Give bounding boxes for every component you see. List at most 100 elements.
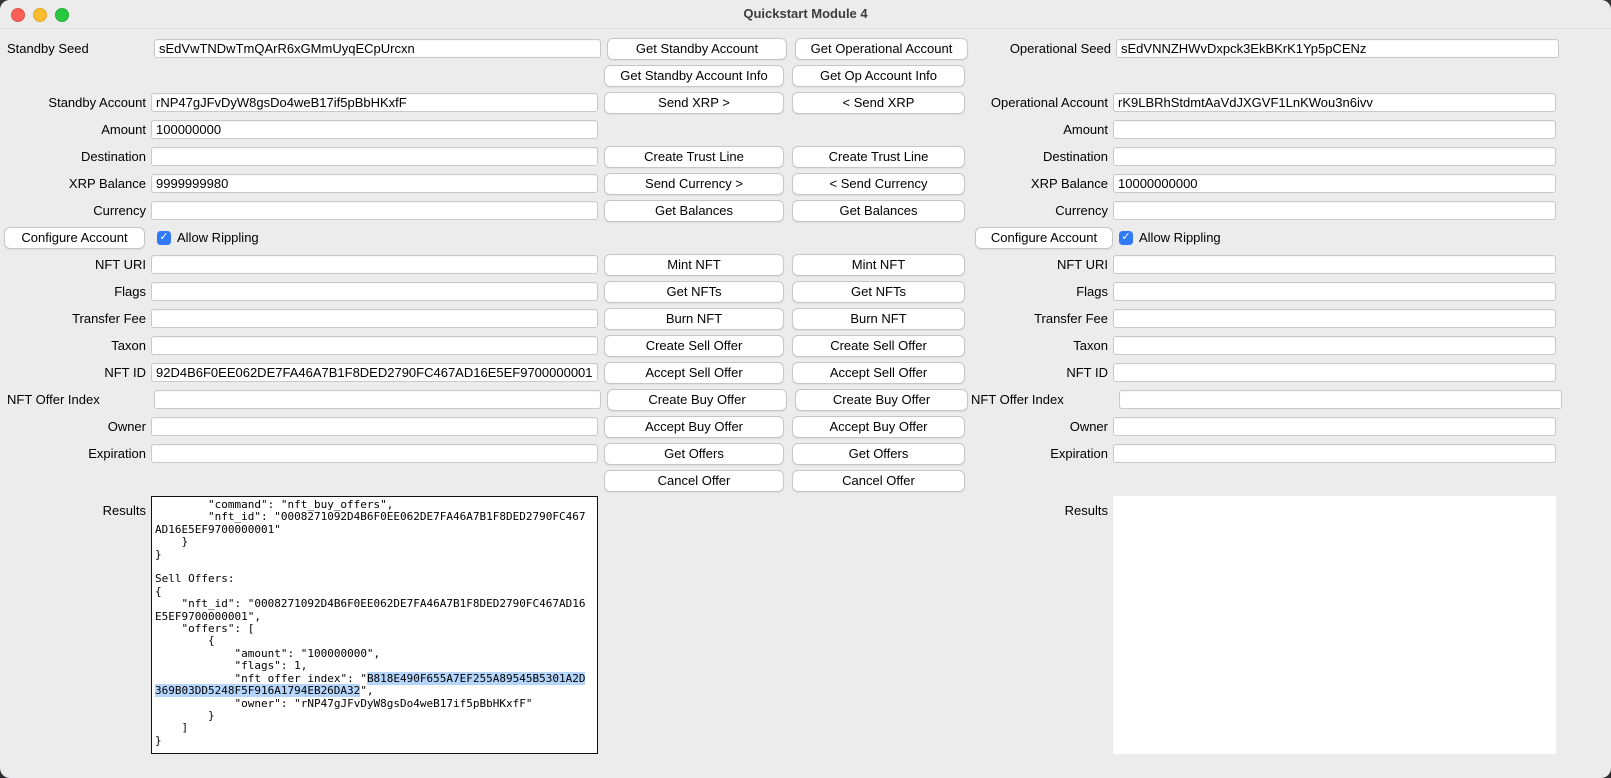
standby-send-xrp-button[interactable]: Send XRP > (604, 92, 784, 114)
standby-expiration-label: Expiration (4, 446, 151, 461)
operational-amount-input[interactable] (1113, 120, 1556, 139)
operational-nft-id-label: NFT ID (965, 365, 1113, 380)
operational-results-output[interactable] (1113, 496, 1556, 754)
standby-transfer-fee-label: Transfer Fee (4, 311, 151, 326)
standby-get-nfts-button[interactable]: Get NFTs (604, 281, 784, 303)
operational-nft-offer-index-input[interactable] (1119, 390, 1562, 409)
check-icon: ✓ (1121, 232, 1130, 243)
standby-nft-uri-label: NFT URI (4, 257, 151, 272)
standby-account-input[interactable] (151, 93, 598, 112)
standby-transfer-fee-input[interactable] (151, 309, 598, 328)
standby-accept-buy-offer-button[interactable]: Accept Buy Offer (604, 416, 784, 438)
get-op-account-info-button[interactable]: Get Op Account Info (792, 65, 965, 87)
operational-create-trust-line-button[interactable]: Create Trust Line (792, 146, 965, 168)
standby-allow-rippling-checkbox[interactable]: ✓ (157, 231, 171, 245)
standby-send-currency-button[interactable]: Send Currency > (604, 173, 784, 195)
results-text-segment: "command": "nft_buy_offers", "nft_id": "… (155, 498, 585, 685)
form-row: Cancel Offer Cancel Offer (0, 467, 1611, 494)
standby-nft-offer-index-input[interactable] (154, 390, 601, 409)
standby-taxon-label: Taxon (4, 338, 151, 353)
standby-flags-input[interactable] (151, 282, 598, 301)
standby-create-buy-offer-button[interactable]: Create Buy Offer (607, 389, 787, 411)
standby-currency-input[interactable] (151, 201, 598, 220)
standby-cancel-offer-button[interactable]: Cancel Offer (604, 470, 784, 492)
form-row: NFT URI Mint NFT Mint NFT NFT URI (0, 251, 1611, 278)
configure-row: Configure Account ✓ Allow Rippling Confi… (0, 224, 1611, 251)
standby-create-trust-line-button[interactable]: Create Trust Line (604, 146, 784, 168)
operational-get-balances-button[interactable]: Get Balances (792, 200, 965, 222)
operational-allow-rippling-label: Allow Rippling (1139, 230, 1221, 245)
zoom-button[interactable] (55, 8, 69, 22)
minimize-button[interactable] (33, 8, 47, 22)
standby-amount-input[interactable] (151, 120, 598, 139)
standby-nft-id-label: NFT ID (4, 365, 151, 380)
operational-flags-label: Flags (965, 284, 1113, 299)
operational-nft-uri-input[interactable] (1113, 255, 1556, 274)
operational-accept-buy-offer-button[interactable]: Accept Buy Offer (792, 416, 965, 438)
operational-currency-input[interactable] (1113, 201, 1556, 220)
standby-configure-account-button[interactable]: Configure Account (4, 227, 145, 249)
close-button[interactable] (11, 8, 25, 22)
operational-create-sell-offer-button[interactable]: Create Sell Offer (792, 335, 965, 357)
get-standby-account-button[interactable]: Get Standby Account (607, 38, 787, 60)
form-row: Standby Account Send XRP > < Send XRP Op… (0, 89, 1611, 116)
standby-seed-input[interactable] (154, 39, 601, 58)
standby-taxon-input[interactable] (151, 336, 598, 355)
operational-xrp-balance-input[interactable] (1113, 174, 1556, 193)
operational-mint-nft-button[interactable]: Mint NFT (792, 254, 965, 276)
get-standby-account-info-button[interactable]: Get Standby Account Info (604, 65, 784, 87)
standby-seed-label: Standby Seed (4, 41, 154, 56)
standby-flags-label: Flags (4, 284, 151, 299)
operational-expiration-input[interactable] (1113, 444, 1556, 463)
app-window: Quickstart Module 4 Standby Seed Get Sta… (0, 0, 1611, 778)
operational-expiration-label: Expiration (965, 446, 1113, 461)
form-row: NFT Offer Index Create Buy Offer Create … (0, 386, 1611, 413)
operational-currency-label: Currency (965, 203, 1113, 218)
form-row: Get Standby Account Info Get Op Account … (0, 62, 1611, 89)
operational-transfer-fee-input[interactable] (1113, 309, 1556, 328)
standby-destination-input[interactable] (151, 147, 598, 166)
operational-send-xrp-button[interactable]: < Send XRP (792, 92, 965, 114)
standby-mint-nft-button[interactable]: Mint NFT (604, 254, 784, 276)
operational-destination-input[interactable] (1113, 147, 1556, 166)
operational-seed-label: Operational Seed (968, 41, 1116, 56)
operational-configure-account-button[interactable]: Configure Account (975, 227, 1113, 249)
standby-xrp-balance-input[interactable] (151, 174, 598, 193)
operational-allow-rippling-checkbox[interactable]: ✓ (1119, 231, 1133, 245)
operational-send-currency-button[interactable]: < Send Currency (792, 173, 965, 195)
form-row: Flags Get NFTs Get NFTs Flags (0, 278, 1611, 305)
standby-nft-id-input[interactable] (151, 363, 598, 382)
form-row: Transfer Fee Burn NFT Burn NFT Transfer … (0, 305, 1611, 332)
standby-create-sell-offer-button[interactable]: Create Sell Offer (604, 335, 784, 357)
standby-accept-sell-offer-button[interactable]: Accept Sell Offer (604, 362, 784, 384)
operational-owner-input[interactable] (1113, 417, 1556, 436)
operational-seed-input[interactable] (1116, 39, 1559, 58)
operational-account-input[interactable] (1113, 93, 1556, 112)
operational-taxon-input[interactable] (1113, 336, 1556, 355)
operational-cancel-offer-button[interactable]: Cancel Offer (792, 470, 965, 492)
results-row: Results "command": "nft_buy_offers", "nf… (0, 496, 1611, 754)
standby-get-offers-button[interactable]: Get Offers (604, 443, 784, 465)
standby-get-balances-button[interactable]: Get Balances (604, 200, 784, 222)
form-row: Owner Accept Buy Offer Accept Buy Offer … (0, 413, 1611, 440)
standby-nft-uri-input[interactable] (151, 255, 598, 274)
operational-flags-input[interactable] (1113, 282, 1556, 301)
standby-results-output[interactable]: "command": "nft_buy_offers", "nft_id": "… (151, 496, 598, 754)
standby-destination-label: Destination (4, 149, 151, 164)
get-operational-account-button[interactable]: Get Operational Account (795, 38, 968, 60)
operational-results-label: Results (965, 496, 1113, 518)
standby-burn-nft-button[interactable]: Burn NFT (604, 308, 784, 330)
operational-nft-id-input[interactable] (1113, 363, 1556, 382)
standby-owner-input[interactable] (151, 417, 598, 436)
standby-expiration-input[interactable] (151, 444, 598, 463)
operational-accept-sell-offer-button[interactable]: Accept Sell Offer (792, 362, 965, 384)
operational-get-nfts-button[interactable]: Get NFTs (792, 281, 965, 303)
form-row: XRP Balance Send Currency > < Send Curre… (0, 170, 1611, 197)
form-content: Standby Seed Get Standby Account Get Ope… (0, 29, 1611, 754)
operational-create-buy-offer-button[interactable]: Create Buy Offer (795, 389, 968, 411)
operational-burn-nft-button[interactable]: Burn NFT (792, 308, 965, 330)
operational-get-offers-button[interactable]: Get Offers (792, 443, 965, 465)
operational-destination-label: Destination (965, 149, 1113, 164)
operational-account-label: Operational Account (965, 95, 1113, 110)
standby-results-label: Results (4, 496, 151, 518)
